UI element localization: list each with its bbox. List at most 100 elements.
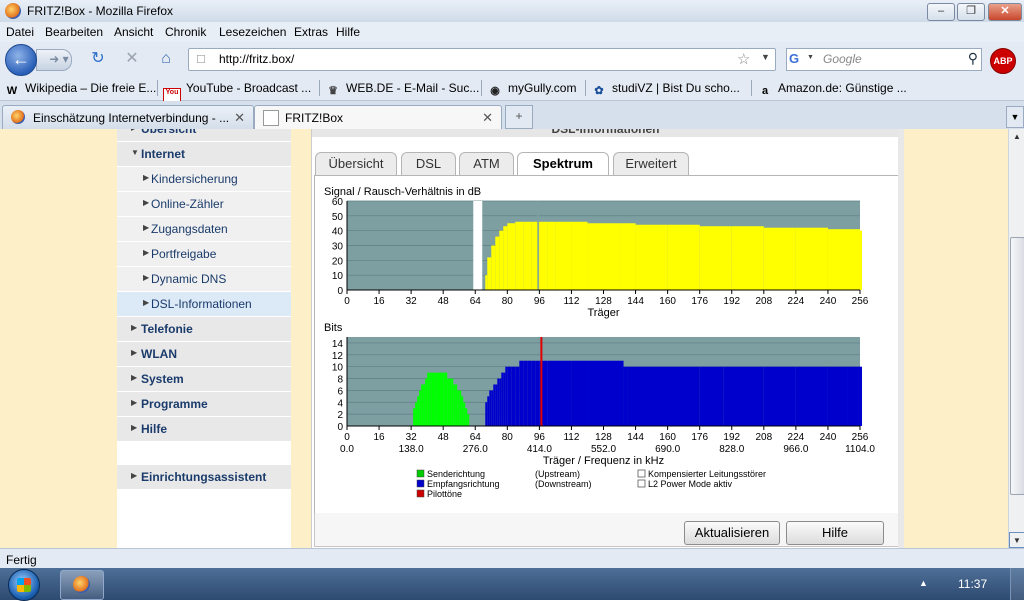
sidebar-item-label: Kindersicherung <box>151 172 238 186</box>
bar <box>511 366 516 426</box>
search-icon[interactable]: ⚲ <box>968 50 978 67</box>
y-tick-label: 0 <box>337 286 343 297</box>
maximize-button[interactable]: ❐ <box>957 3 985 21</box>
legend-label: Empfangsrichtung <box>427 479 500 489</box>
sidebar-item-programme[interactable]: ▶ Programme <box>117 392 291 417</box>
sidebar-item-portfreigabe[interactable]: ▶ Portfreigabe <box>117 242 291 267</box>
show-desktop-button[interactable] <box>1010 568 1024 600</box>
bar <box>847 366 854 426</box>
sidebar-item-system[interactable]: ▶ System <box>117 367 291 392</box>
scroll-up-icon[interactable]: ▲ <box>1009 129 1024 145</box>
url-dropdown-icon[interactable]: ▼ <box>761 52 770 62</box>
sidebar-item-label: Portfreigabe <box>151 247 217 261</box>
menu-edit[interactable]: Bearbeiten <box>45 25 103 39</box>
minimize-button[interactable]: – <box>927 3 955 21</box>
bar <box>523 221 532 290</box>
x-tick-label: 224 <box>788 432 805 443</box>
close-tab-icon[interactable]: ✕ <box>234 110 245 126</box>
bar <box>623 366 628 426</box>
bookmark-wikipedia[interactable]: W Wikipedia – Die freie E... <box>4 81 157 99</box>
frequency-tick-label: 414.0 <box>527 444 552 455</box>
tab-uebersicht[interactable]: Übersicht <box>315 152 397 175</box>
scroll-down-icon[interactable]: ▼ <box>1009 532 1024 548</box>
bookmark-studivz[interactable]: ✿ studiVZ | Bist Du scho... <box>591 81 739 98</box>
taskbar-firefox-button[interactable] <box>60 570 104 600</box>
bar <box>505 366 508 426</box>
menu-file[interactable]: Datei <box>6 25 34 39</box>
sidebar-item-übersicht[interactable]: ▶ Übersicht <box>117 129 291 142</box>
x-tick-label: 144 <box>627 432 644 443</box>
help-button[interactable]: Hilfe <box>786 521 884 545</box>
sidebar-item-kindersicherung[interactable]: ▶ Kindersicherung <box>117 167 291 192</box>
back-button[interactable]: ← <box>5 44 37 76</box>
x-tick-label: 128 <box>595 432 612 443</box>
bar <box>763 227 796 290</box>
bar <box>493 384 496 426</box>
close-button[interactable]: ✕ <box>988 3 1022 21</box>
bar <box>491 245 496 290</box>
x-tick-label: 112 <box>563 432 579 443</box>
arrow-icon: ▶ <box>143 273 150 282</box>
home-icon[interactable]: ⌂ <box>156 50 176 68</box>
bar <box>723 366 764 426</box>
sidebar-item-telefonie[interactable]: ▶ Telefonie <box>117 317 291 342</box>
x-tick-label: 144 <box>627 296 644 307</box>
sidebar-item-online-zähler[interactable]: ▶ Online-Zähler <box>117 192 291 217</box>
refresh-button[interactable]: Aktualisieren <box>684 521 780 545</box>
tray-expand-icon[interactable]: ▲ <box>919 578 928 588</box>
menu-extras[interactable]: Extras <box>294 25 328 39</box>
tab-erweitert[interactable]: Erweitert <box>613 152 689 175</box>
clock[interactable]: 11:37 <box>958 577 987 591</box>
sidebar-item-dynamic-dns[interactable]: ▶ Dynamic DNS <box>117 267 291 292</box>
bar <box>499 378 502 426</box>
sidebar-item-wlan[interactable]: ▶ WLAN <box>117 342 291 367</box>
menu-view[interactable]: Ansicht <box>114 25 153 39</box>
tab-fritzbox[interactable]: FRITZ!Box ✕ <box>254 105 502 130</box>
bookmark-amazon[interactable]: a Amazon.de: Günstige ... <box>757 81 907 99</box>
bar <box>501 372 504 426</box>
sidebar-item-zugangsdaten[interactable]: ▶ Zugangsdaten <box>117 217 291 242</box>
legend-label: Senderichtung <box>427 469 485 479</box>
google-icon[interactable]: G <box>789 51 805 67</box>
studivz-icon: ✿ <box>594 85 604 97</box>
bar <box>431 372 436 426</box>
x-tick-label: 48 <box>438 296 450 307</box>
start-button[interactable] <box>8 569 40 601</box>
bar <box>487 257 492 290</box>
bar <box>415 402 418 426</box>
bookmark-webde[interactable]: ♛ WEB.DE - E-Mail - Suc... <box>325 81 479 98</box>
menu-bookmarks[interactable]: Lesezeichen <box>219 25 286 39</box>
tab-spektrum[interactable]: Spektrum <box>517 152 609 176</box>
x-tick-label: 160 <box>659 296 676 307</box>
forward-button[interactable]: ➜ ▾ <box>36 49 72 71</box>
sidebar-item-internet[interactable]: ▼ Internet <box>117 142 291 167</box>
sidebar-item-assistant[interactable]: ▶ Einrichtungsassistent <box>117 465 291 490</box>
bookmark-star-icon[interactable]: ☆ <box>737 50 750 68</box>
new-tab-button[interactable]: + <box>505 105 533 129</box>
tab-dsl[interactable]: DSL <box>401 152 456 175</box>
tab-atm[interactable]: ATM <box>459 152 514 175</box>
bar <box>731 226 764 290</box>
search-input[interactable]: G ▼ Google ⚲ <box>786 48 982 71</box>
bar <box>457 390 460 426</box>
tab-list-button[interactable]: ▼ <box>1006 106 1024 128</box>
stop-icon[interactable]: ✕ <box>122 50 142 68</box>
scrollbar-thumb[interactable] <box>1010 237 1024 495</box>
reload-icon[interactable]: ↻ <box>88 50 108 68</box>
panel-border <box>898 129 904 548</box>
sidebar-item-label: Dynamic DNS <box>151 272 227 286</box>
bar <box>435 372 444 426</box>
bookmark-mygully[interactable]: ◉ myGully.com <box>487 81 576 98</box>
page-scrollbar[interactable]: ▲ ▼ <box>1008 129 1024 548</box>
adblock-icon[interactable]: ABP <box>990 48 1016 74</box>
menu-help[interactable]: Hilfe <box>336 25 360 39</box>
sidebar-item-dsl-informationen[interactable]: ▶ DSL-Informationen <box>117 292 291 317</box>
address-bar[interactable]: □ http://fritz.box/ ☆ ▼ <box>188 48 776 71</box>
sidebar-item-hilfe[interactable]: ▶ Hilfe <box>117 417 291 442</box>
x-tick-label: 16 <box>374 432 386 443</box>
search-engine-dropdown-icon[interactable]: ▼ <box>807 54 814 61</box>
tab-label: Einschätzung Internetverbindung - ... <box>33 111 230 125</box>
tab-einschaetzung[interactable]: Einschätzung Internetverbindung - ... ✕ <box>2 105 254 129</box>
menu-history[interactable]: Chronik <box>165 25 206 39</box>
close-tab-icon[interactable]: ✕ <box>482 110 493 126</box>
